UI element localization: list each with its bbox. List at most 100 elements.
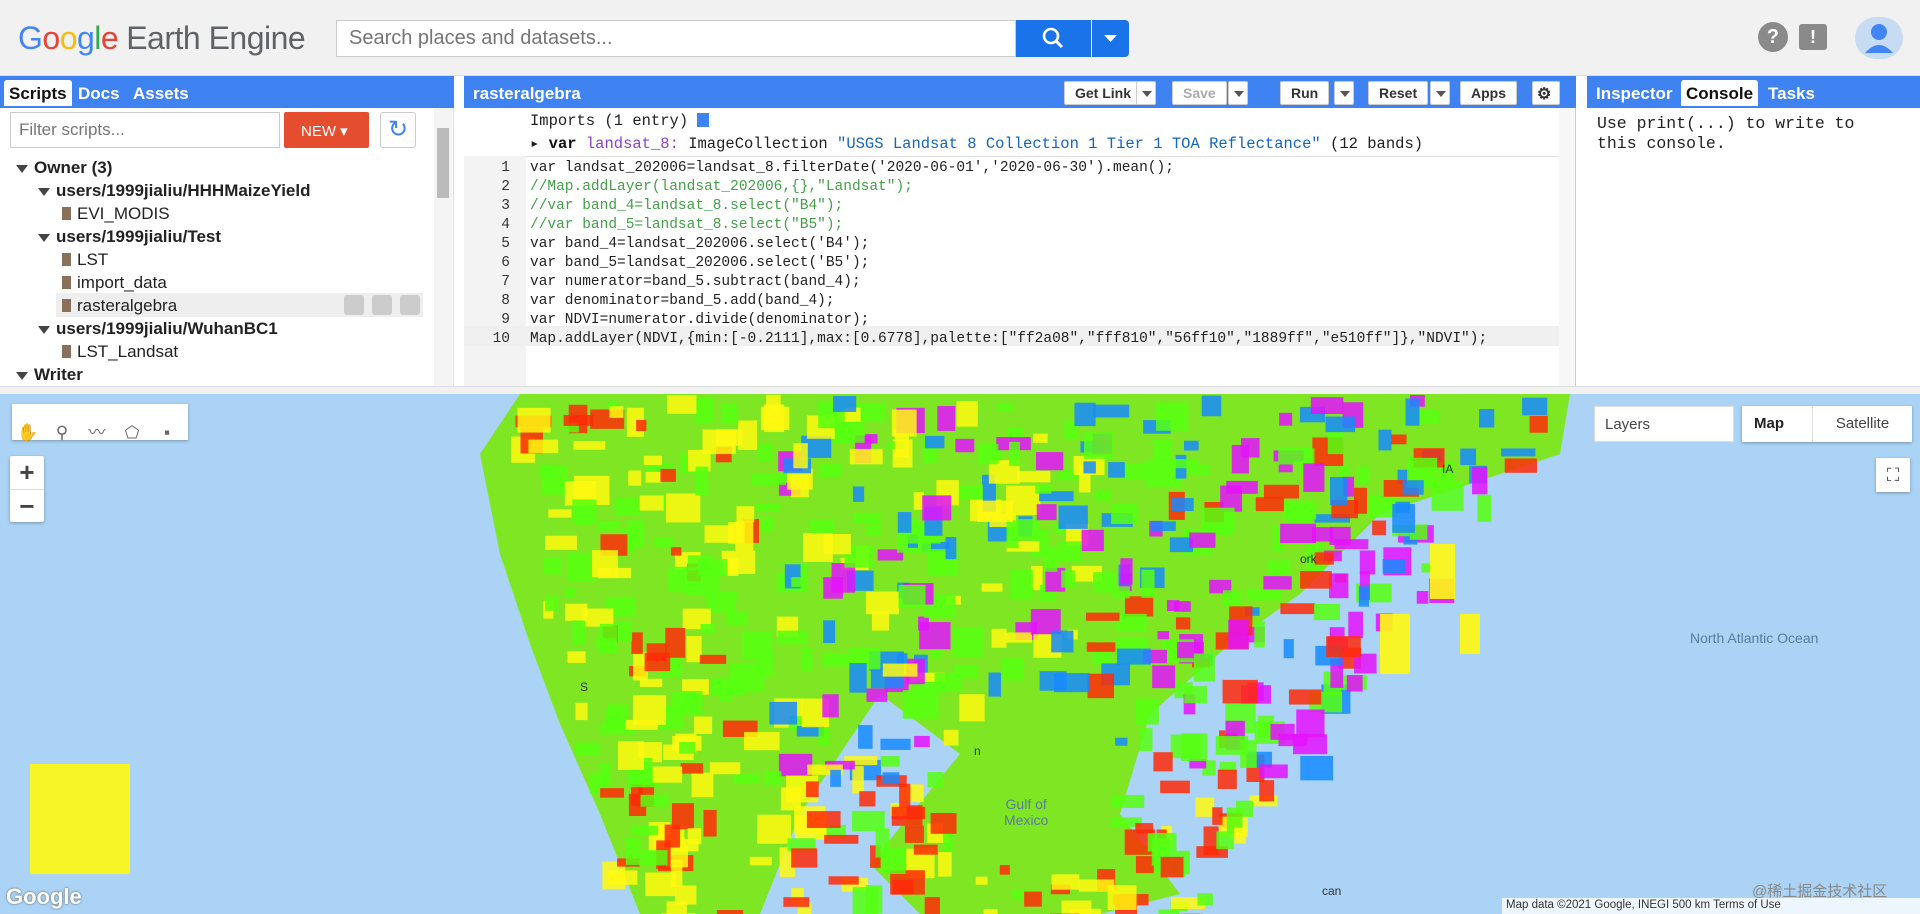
code-line[interactable]: //var band_5=landsat_8.select("B5"); <box>530 217 843 233</box>
import-entry[interactable]: ▸ var landsat_8: ImageCollection "USGS L… <box>530 134 1423 153</box>
ndvi-pixel <box>896 653 908 664</box>
new-button[interactable]: NEW ▾ <box>284 112 369 148</box>
run-button[interactable]: Run <box>1280 81 1330 105</box>
ndvi-pixel <box>1087 673 1115 699</box>
save-button[interactable]: Save <box>1172 81 1227 105</box>
tree-label: import_data <box>77 273 167 292</box>
tree-file[interactable]: LST_Landsat <box>62 342 178 362</box>
imports-header[interactable]: Imports (1 entry) <box>530 112 710 130</box>
tab-inspector[interactable]: Inspector <box>1591 80 1678 106</box>
code-line[interactable]: //var band_4=landsat_8.select("B4"); <box>530 198 843 214</box>
ndvi-pixel <box>654 537 673 548</box>
logo-letter: o <box>42 20 60 56</box>
tab-scripts[interactable]: Scripts <box>4 80 72 106</box>
rectangle-draw-icon[interactable]: ▪ <box>152 418 182 448</box>
tree-folder[interactable]: users/1999jialiu/HHHMaizeYield <box>38 181 310 201</box>
import-name[interactable]: landsat_8: <box>586 135 679 153</box>
account-avatar[interactable] <box>1855 17 1903 59</box>
map-type-satellite[interactable]: Satellite <box>1812 406 1912 442</box>
ndvi-pixel <box>822 652 850 667</box>
zoom-out-button[interactable]: − <box>10 489 44 522</box>
get-link-button[interactable]: Get Link <box>1064 81 1143 105</box>
ndvi-pixel <box>1141 569 1155 598</box>
reset-button[interactable]: Reset <box>1368 81 1429 105</box>
ndvi-pixel <box>1195 797 1215 817</box>
line-number: 1 <box>501 160 510 176</box>
ndvi-pixel <box>1416 590 1429 604</box>
ndvi-pixel <box>1135 823 1154 834</box>
code-line[interactable]: var NDVI=numerator.divide(denominator); <box>530 312 869 328</box>
ndvi-pixel <box>636 419 647 432</box>
pan-hand-icon[interactable]: ✋ <box>13 418 43 448</box>
scrollbar-thumb[interactable] <box>437 128 449 198</box>
ndvi-pixel <box>823 577 843 599</box>
ndvi-pixel <box>606 714 619 730</box>
map-view[interactable]: North Atlantic Ocean Gulf of Mexico ork … <box>0 394 1920 914</box>
tab-console[interactable]: Console <box>1681 80 1759 106</box>
tree-folder[interactable]: Writer <box>16 365 83 385</box>
code-line[interactable]: var denominator=band_5.add(band_4); <box>530 293 835 309</box>
revision-history-icon[interactable] <box>344 295 364 315</box>
polygon-draw-icon[interactable]: ⬠ <box>117 418 147 448</box>
code-line[interactable]: var numerator=band_5.subtract(band_4); <box>530 274 861 290</box>
ndvi-pixel <box>1009 441 1020 467</box>
tree-file[interactable]: LST <box>62 250 108 270</box>
help-icon[interactable]: ? <box>1758 22 1788 52</box>
ndvi-pixel <box>924 897 940 914</box>
ndvi-pixel <box>751 474 786 485</box>
point-marker-icon[interactable]: ⚲ <box>47 418 77 448</box>
zoom-in-button[interactable]: + <box>10 456 44 489</box>
tree-label: users/1999jialiu/Test <box>56 227 222 246</box>
expand-icon <box>16 164 28 173</box>
tree-file[interactable]: EVI_MODIS <box>62 204 170 224</box>
tree-folder[interactable]: users/1999jialiu/Test <box>38 227 221 247</box>
code-line[interactable]: var landsat_202006=landsat_8.filterDate(… <box>530 160 1174 176</box>
ndvi-pixel <box>914 735 930 748</box>
search-input[interactable] <box>336 20 1016 57</box>
tree-file[interactable]: rasteralgebra <box>62 296 177 316</box>
code-line[interactable]: var band_5=landsat_202006.select('B5'); <box>530 255 869 271</box>
search-options-dropdown[interactable] <box>1092 20 1129 57</box>
ndvi-pixel <box>758 443 773 462</box>
ndvi-pixel <box>1156 402 1189 431</box>
code-line[interactable]: var band_4=landsat_202006.select('B4'); <box>530 236 869 252</box>
rename-icon[interactable] <box>372 295 392 315</box>
gear-icon[interactable]: ⚙ <box>1532 81 1560 105</box>
ndvi-pixel <box>1395 501 1410 513</box>
get-link-dropdown[interactable] <box>1136 81 1156 105</box>
tree-file[interactable]: import_data <box>62 273 167 293</box>
refresh-icon[interactable]: ↻ <box>380 112 416 148</box>
code-line[interactable]: Map.addLayer(NDVI,{min:[-0.2111],max:[0.… <box>530 331 1487 347</box>
scrollbar[interactable] <box>434 108 452 386</box>
tab-docs[interactable]: Docs <box>73 80 125 106</box>
ndvi-pixel <box>1083 461 1096 474</box>
delete-icon[interactable] <box>400 295 420 315</box>
scrollbar[interactable] <box>1559 108 1575 386</box>
feedback-icon[interactable]: ! <box>1799 24 1827 50</box>
apps-button[interactable]: Apps <box>1460 81 1517 105</box>
google-earth-engine-logo[interactable]: Google Earth Engine <box>18 20 306 57</box>
chevron-down-icon <box>1104 35 1117 42</box>
reset-dropdown[interactable] <box>1430 81 1450 105</box>
code-line[interactable]: //Map.addLayer(landsat_202006,{},"Landsa… <box>530 179 913 195</box>
save-dropdown[interactable] <box>1228 81 1248 105</box>
tree-folder[interactable]: Owner (3) <box>16 158 112 178</box>
map-type-map[interactable]: Map <box>1742 406 1796 442</box>
fullscreen-icon[interactable]: ⛶ <box>1876 458 1910 492</box>
line-draw-icon[interactable]: 〰 <box>82 418 112 448</box>
ndvi-pixel <box>819 463 842 477</box>
filter-scripts-input[interactable] <box>10 112 280 148</box>
code-editor[interactable]: Imports (1 entry) ▸ var landsat_8: Image… <box>464 108 1576 386</box>
panel-splitter[interactable] <box>0 386 1920 394</box>
tree-folder[interactable]: users/1999jialiu/WuhanBC1 <box>38 319 278 339</box>
layers-button[interactable]: Layers <box>1594 406 1734 442</box>
tab-assets[interactable]: Assets <box>128 80 194 106</box>
ndvi-pixel <box>640 850 668 866</box>
tab-tasks[interactable]: Tasks <box>1763 80 1820 106</box>
ndvi-pixel <box>736 506 755 523</box>
search-button[interactable] <box>1016 20 1091 57</box>
run-dropdown[interactable] <box>1334 81 1354 105</box>
tree-label: Owner (3) <box>34 158 113 177</box>
doc-icon[interactable] <box>697 113 710 127</box>
ndvi-pixel <box>639 495 664 511</box>
